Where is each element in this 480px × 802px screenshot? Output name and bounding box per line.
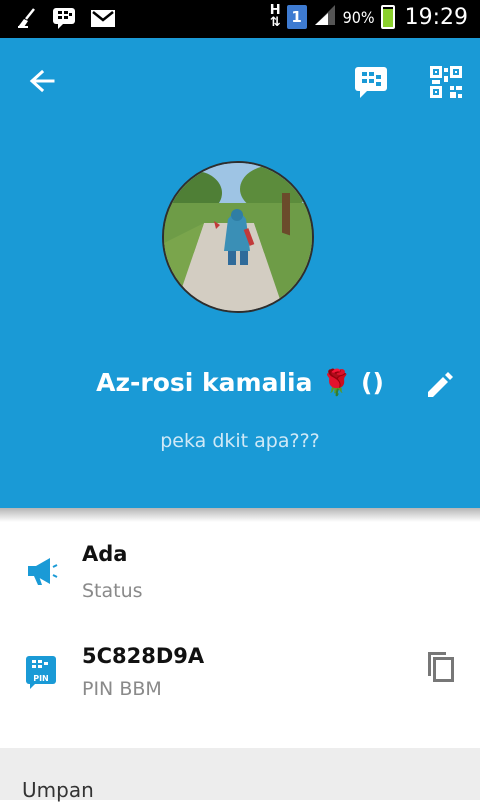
gmail-icon bbox=[90, 7, 116, 33]
network-type-label: H bbox=[269, 3, 281, 18]
battery-icon bbox=[380, 5, 395, 29]
bbm-notification-icon bbox=[52, 6, 76, 34]
bbm-pin-icon: PIN bbox=[26, 656, 56, 689]
signal-icon bbox=[313, 4, 337, 30]
display-name: Az-rosi kamalia 🌹 () bbox=[96, 368, 384, 397]
battery-percent: 90% bbox=[342, 7, 375, 27]
avatar[interactable] bbox=[162, 161, 314, 313]
edit-profile-button[interactable] bbox=[420, 364, 460, 404]
copy-icon bbox=[428, 652, 454, 682]
pin-label: PIN BBM bbox=[82, 678, 162, 700]
status-value: Ada bbox=[82, 542, 128, 566]
network-type-indicator: H ⇅ bbox=[269, 3, 281, 30]
bbm-chat-icon bbox=[355, 67, 387, 98]
qr-code-icon bbox=[430, 66, 462, 98]
battery-fill bbox=[382, 9, 393, 27]
svg-text:PIN: PIN bbox=[33, 674, 49, 683]
header-shadow bbox=[0, 508, 480, 522]
qr-code-button[interactable] bbox=[426, 62, 466, 102]
pin-row[interactable]: PIN 5C828D9A PIN BBM bbox=[0, 630, 480, 730]
pin-value: 5C828D9A bbox=[82, 644, 205, 668]
avatar-photo bbox=[164, 163, 312, 311]
notification-icons bbox=[16, 6, 116, 34]
feed-title: Umpan bbox=[22, 778, 94, 802]
status-row[interactable]: Ada Status bbox=[0, 530, 480, 630]
pencil-icon bbox=[428, 372, 453, 397]
back-button[interactable] bbox=[20, 60, 64, 104]
status-label: Status bbox=[82, 580, 143, 602]
copy-pin-button[interactable] bbox=[418, 644, 462, 688]
broom-icon bbox=[16, 7, 38, 33]
megaphone-icon bbox=[28, 558, 58, 585]
clock: 19:29 bbox=[404, 4, 468, 30]
start-chat-button[interactable] bbox=[352, 62, 392, 102]
profile-header: Az-rosi kamalia 🌹 () peka dkit apa??? bbox=[0, 38, 480, 508]
system-indicators: H ⇅ 1 90% 19:29 bbox=[270, 4, 468, 30]
personal-message: peka dkit apa??? bbox=[160, 430, 320, 452]
status-bar: H ⇅ 1 90% 19:29 bbox=[0, 0, 480, 38]
feed-section: Umpan bbox=[0, 748, 480, 802]
arrow-left-icon bbox=[29, 69, 55, 93]
sim-indicator: 1 bbox=[286, 5, 307, 29]
